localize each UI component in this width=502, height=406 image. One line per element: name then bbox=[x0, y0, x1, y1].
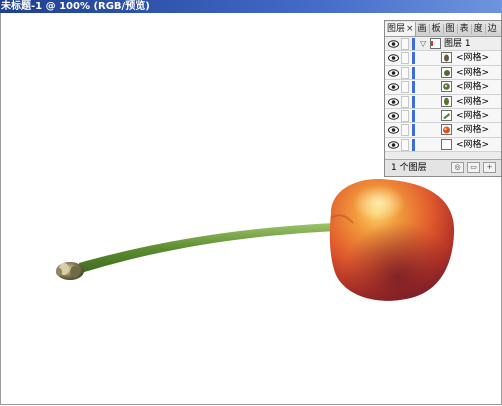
tab-layers[interactable]: 图层× bbox=[385, 21, 416, 36]
eye-icon[interactable] bbox=[388, 40, 399, 48]
selection-bar bbox=[412, 124, 415, 137]
lock-toggle[interactable] bbox=[401, 138, 409, 151]
lock-toggle[interactable] bbox=[401, 95, 409, 108]
lock-toggle[interactable] bbox=[401, 66, 409, 79]
mesh-thumbnail-icon bbox=[441, 52, 452, 64]
panel-footer: 1 个图层 ◎ ▭ + bbox=[385, 159, 501, 176]
layer-item-row[interactable]: <网格> bbox=[385, 123, 501, 138]
mesh-thumbnail-icon bbox=[441, 66, 452, 78]
layers-panel: 图层× 画 板 图 表 度 边 ▽ 图层 1 <网格> <网格> <网格> <网… bbox=[384, 20, 502, 177]
item-label: <网格> bbox=[456, 139, 490, 150]
layer-item-row[interactable]: <网格> bbox=[385, 51, 501, 66]
mesh-thumbnail-icon bbox=[441, 95, 452, 107]
triangle-down-icon[interactable]: ▽ bbox=[420, 39, 429, 48]
make-clipping-mask-icon[interactable]: ▭ bbox=[467, 162, 480, 173]
lock-toggle[interactable] bbox=[401, 109, 409, 122]
item-label: <网格> bbox=[456, 67, 490, 78]
layer-row[interactable]: ▽ 图层 1 bbox=[385, 37, 501, 52]
selection-bar bbox=[412, 109, 415, 122]
item-label: <网格> bbox=[456, 110, 490, 121]
tab-artboards[interactable]: 画 bbox=[416, 22, 429, 36]
eye-icon[interactable] bbox=[388, 126, 399, 135]
layer-item-row[interactable]: <网格> bbox=[385, 94, 501, 109]
layer-count: 1 个图层 bbox=[391, 163, 427, 173]
lock-toggle[interactable] bbox=[401, 124, 409, 137]
mesh-thumbnail-icon bbox=[441, 109, 452, 121]
eye-icon[interactable] bbox=[388, 97, 399, 106]
item-label: <网格> bbox=[456, 53, 490, 64]
locate-object-icon[interactable]: ◎ bbox=[451, 162, 464, 173]
mesh-thumbnail-icon bbox=[441, 81, 452, 93]
mesh-thumbnail-icon bbox=[441, 138, 452, 150]
item-label: <网格> bbox=[456, 82, 490, 93]
stem-end-nub bbox=[56, 262, 84, 280]
tab-stroke[interactable]: 边 bbox=[486, 22, 499, 36]
eye-icon[interactable] bbox=[388, 54, 399, 63]
layer-item-row[interactable]: <网格> bbox=[385, 65, 501, 81]
layer-name: 图层 1 bbox=[444, 39, 471, 49]
cherry-highlight bbox=[353, 185, 405, 221]
selection-bar bbox=[412, 52, 415, 65]
lock-toggle[interactable] bbox=[401, 52, 409, 65]
eye-icon[interactable] bbox=[388, 141, 399, 149]
eye-icon[interactable] bbox=[388, 83, 399, 91]
layer-thumbnail bbox=[430, 38, 441, 49]
cherry-stem bbox=[79, 223, 337, 273]
window-title-bar: 未标题-1 @ 100% (RGB/预览) bbox=[0, 0, 502, 13]
selection-bar bbox=[412, 38, 415, 50]
lock-toggle[interactable] bbox=[401, 38, 409, 50]
selection-bar bbox=[412, 66, 415, 79]
item-label: <网格> bbox=[456, 125, 490, 136]
eye-icon[interactable] bbox=[388, 69, 399, 77]
new-sublayer-icon[interactable]: + bbox=[483, 162, 496, 173]
selection-bar bbox=[412, 138, 415, 151]
selection-bar bbox=[412, 81, 415, 94]
tab-appearance[interactable]: 表 bbox=[458, 22, 471, 36]
lock-toggle[interactable] bbox=[401, 81, 409, 94]
item-label: <网格> bbox=[456, 96, 490, 107]
eye-icon[interactable] bbox=[388, 112, 399, 120]
layer-list: ▽ 图层 1 <网格> <网格> <网格> <网格> <网格> <网格> <网格… bbox=[385, 37, 501, 153]
tab-transparency[interactable]: 度 bbox=[472, 22, 485, 36]
close-icon[interactable]: × bbox=[406, 24, 414, 34]
mesh-thumbnail-icon bbox=[441, 124, 452, 136]
layer-item-row[interactable]: <网格> bbox=[385, 137, 501, 153]
selection-bar bbox=[412, 95, 415, 108]
panel-tab-bar: 图层× 画 板 图 表 度 边 bbox=[385, 21, 501, 37]
layer-item-row[interactable]: <网格> bbox=[385, 108, 501, 124]
tab-graphic[interactable]: 图 bbox=[444, 22, 457, 36]
tab-boards[interactable]: 板 bbox=[430, 22, 443, 36]
layer-item-row[interactable]: <网格> bbox=[385, 80, 501, 95]
window-title: 未标题-1 @ 100% (RGB/预览) bbox=[1, 1, 150, 12]
